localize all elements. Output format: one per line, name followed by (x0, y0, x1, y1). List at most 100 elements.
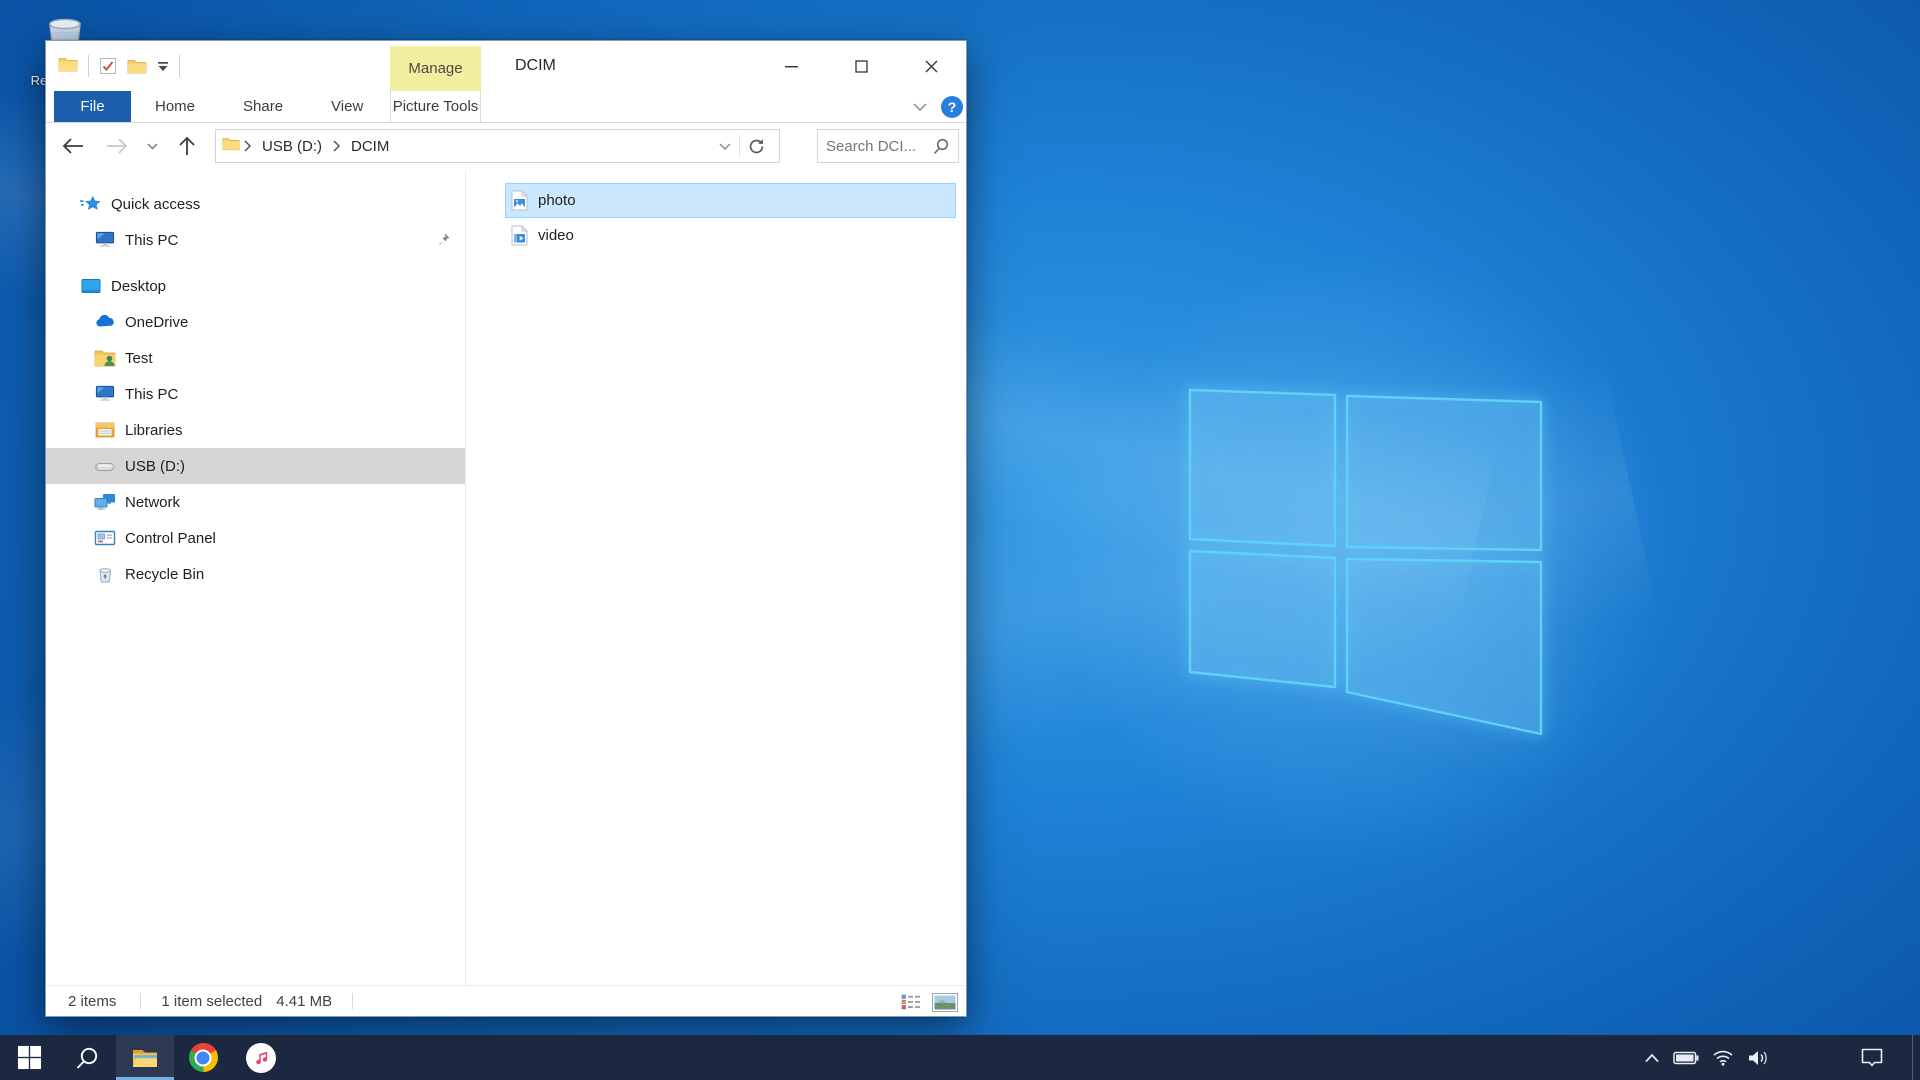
sidebar-item-control-panel[interactable]: Control Panel (46, 520, 465, 556)
status-selection-size: 4.41 MB (276, 993, 332, 1010)
file-row-video[interactable]: video (505, 218, 956, 253)
window-title: DCIM (515, 41, 556, 91)
status-item-count: 2 items (68, 993, 116, 1010)
details-view-icon (901, 994, 921, 1010)
address-history-dropdown[interactable] (711, 139, 739, 154)
breadcrumb-chevron-icon (240, 140, 255, 152)
sidebar-item-this-pc-pinned[interactable]: This PC (46, 222, 465, 258)
status-separator (140, 993, 141, 1009)
minimize-button[interactable] (756, 41, 826, 91)
taskbar-itunes-button[interactable] (232, 1035, 290, 1080)
sidebar-item-label: This PC (125, 386, 178, 403)
search-input[interactable] (826, 138, 933, 155)
properties-button[interactable] (99, 57, 117, 75)
maximize-icon (855, 60, 868, 73)
tray-battery-button[interactable] (1672, 1035, 1700, 1080)
details-view-button[interactable] (896, 990, 926, 1014)
thumbnail-view-icon (932, 993, 958, 1012)
sidebar-item-desktop[interactable]: Desktop (46, 268, 465, 304)
search-icon (74, 1045, 100, 1071)
taskbar-search-button[interactable] (58, 1035, 116, 1080)
hidden-icons-chevron-button[interactable] (1640, 1035, 1664, 1080)
speaker-icon (1747, 1049, 1771, 1067)
status-view-switcher (896, 990, 960, 1014)
sidebar-item-label: Network (125, 494, 180, 511)
maximize-button[interactable] (826, 41, 896, 91)
sidebar-item-onedrive[interactable]: OneDrive (46, 304, 465, 340)
sidebar-item-label: This PC (125, 232, 178, 249)
back-button[interactable] (59, 137, 87, 155)
tab-home[interactable]: Home (131, 91, 219, 122)
sidebar-item-libraries[interactable]: Libraries (46, 412, 465, 448)
file-explorer-icon (131, 1047, 159, 1069)
ribbon-tab-bar: File Home Share View Picture Tools ? (46, 91, 966, 123)
sidebar-item-test[interactable]: Test (46, 340, 465, 376)
file-row-photo[interactable]: photo (505, 183, 956, 218)
file-explorer-window: Manage DCIM File Home Share View Picture… (45, 40, 967, 1017)
libraries-icon (93, 420, 117, 440)
chrome-icon (189, 1043, 218, 1072)
start-button[interactable] (0, 1035, 58, 1080)
expand-ribbon-button[interactable] (908, 91, 932, 122)
address-bar[interactable]: USB (D:) DCIM (215, 129, 780, 163)
main-content: Quick access This PC Desktop (46, 170, 966, 985)
toolbar-separator (179, 55, 180, 77)
pin-icon (436, 232, 451, 251)
file-list[interactable]: photo video (466, 170, 966, 985)
sidebar-item-label: Test (125, 350, 153, 367)
action-center-button[interactable] (1858, 1035, 1886, 1080)
chevron-down-icon (719, 143, 731, 151)
window-controls (756, 41, 966, 91)
battery-icon (1673, 1050, 1699, 1066)
sidebar-item-label: Recycle Bin (125, 566, 204, 583)
monitor-icon (93, 230, 117, 250)
sidebar-item-quick-access[interactable]: Quick access (46, 186, 465, 222)
refresh-button[interactable] (740, 138, 773, 155)
breadcrumb-chevron-icon (329, 140, 344, 152)
search-icon[interactable] (933, 138, 950, 155)
help-button[interactable]: ? (941, 96, 963, 118)
taskbar-chrome-button[interactable] (174, 1035, 232, 1080)
refresh-icon (748, 138, 765, 155)
tray-volume-button[interactable] (1745, 1035, 1773, 1080)
breadcrumb-dcim[interactable]: DCIM (344, 138, 396, 155)
close-icon (925, 60, 938, 73)
forward-arrow-icon (106, 137, 128, 155)
wifi-icon (1712, 1049, 1734, 1066)
new-folder-button[interactable] (127, 58, 147, 74)
taskbar-items (0, 1035, 1920, 1080)
chevron-down-icon (913, 103, 927, 111)
up-button[interactable] (173, 136, 201, 156)
sidebar-group-spacer (46, 258, 465, 268)
sidebar-item-recycle-bin[interactable]: Recycle Bin (46, 556, 465, 592)
title-bar[interactable]: Manage DCIM (46, 41, 966, 91)
show-desktop-button[interactable] (1912, 1035, 1913, 1080)
taskbar (0, 1035, 1920, 1080)
tab-share[interactable]: Share (219, 91, 307, 122)
close-button[interactable] (896, 41, 966, 91)
sidebar-item-network[interactable]: Network (46, 484, 465, 520)
forward-button[interactable] (103, 137, 131, 155)
status-selection: 1 item selected (161, 993, 262, 1010)
usb-drive-icon (93, 456, 117, 476)
recent-locations-button[interactable] (143, 143, 161, 150)
contextual-tab-group-manage[interactable]: Manage (390, 46, 481, 91)
quick-access-toolbar (58, 41, 180, 91)
sidebar-item-label: OneDrive (125, 314, 188, 331)
tab-picture-tools[interactable]: Picture Tools (390, 91, 481, 122)
taskbar-file-explorer-button[interactable] (116, 1035, 174, 1080)
sidebar-item-label: Libraries (125, 422, 183, 439)
status-bar: 2 items 1 item selected 4.41 MB (46, 985, 966, 1016)
tray-wifi-button[interactable] (1711, 1035, 1735, 1080)
address-bar-row: USB (D:) DCIM (46, 123, 966, 169)
windows-start-icon (17, 1045, 42, 1070)
breadcrumb-usb-d[interactable]: USB (D:) (255, 138, 329, 155)
tab-file[interactable]: File (54, 91, 131, 122)
sidebar-item-this-pc[interactable]: This PC (46, 376, 465, 412)
sidebar-item-usb-d[interactable]: USB (D:) (46, 448, 465, 484)
app-folder-icon (58, 56, 78, 77)
tab-view[interactable]: View (307, 91, 387, 122)
large-icons-view-button[interactable] (930, 990, 960, 1014)
customize-quick-access-button[interactable] (157, 61, 169, 72)
file-name: photo (538, 192, 576, 209)
